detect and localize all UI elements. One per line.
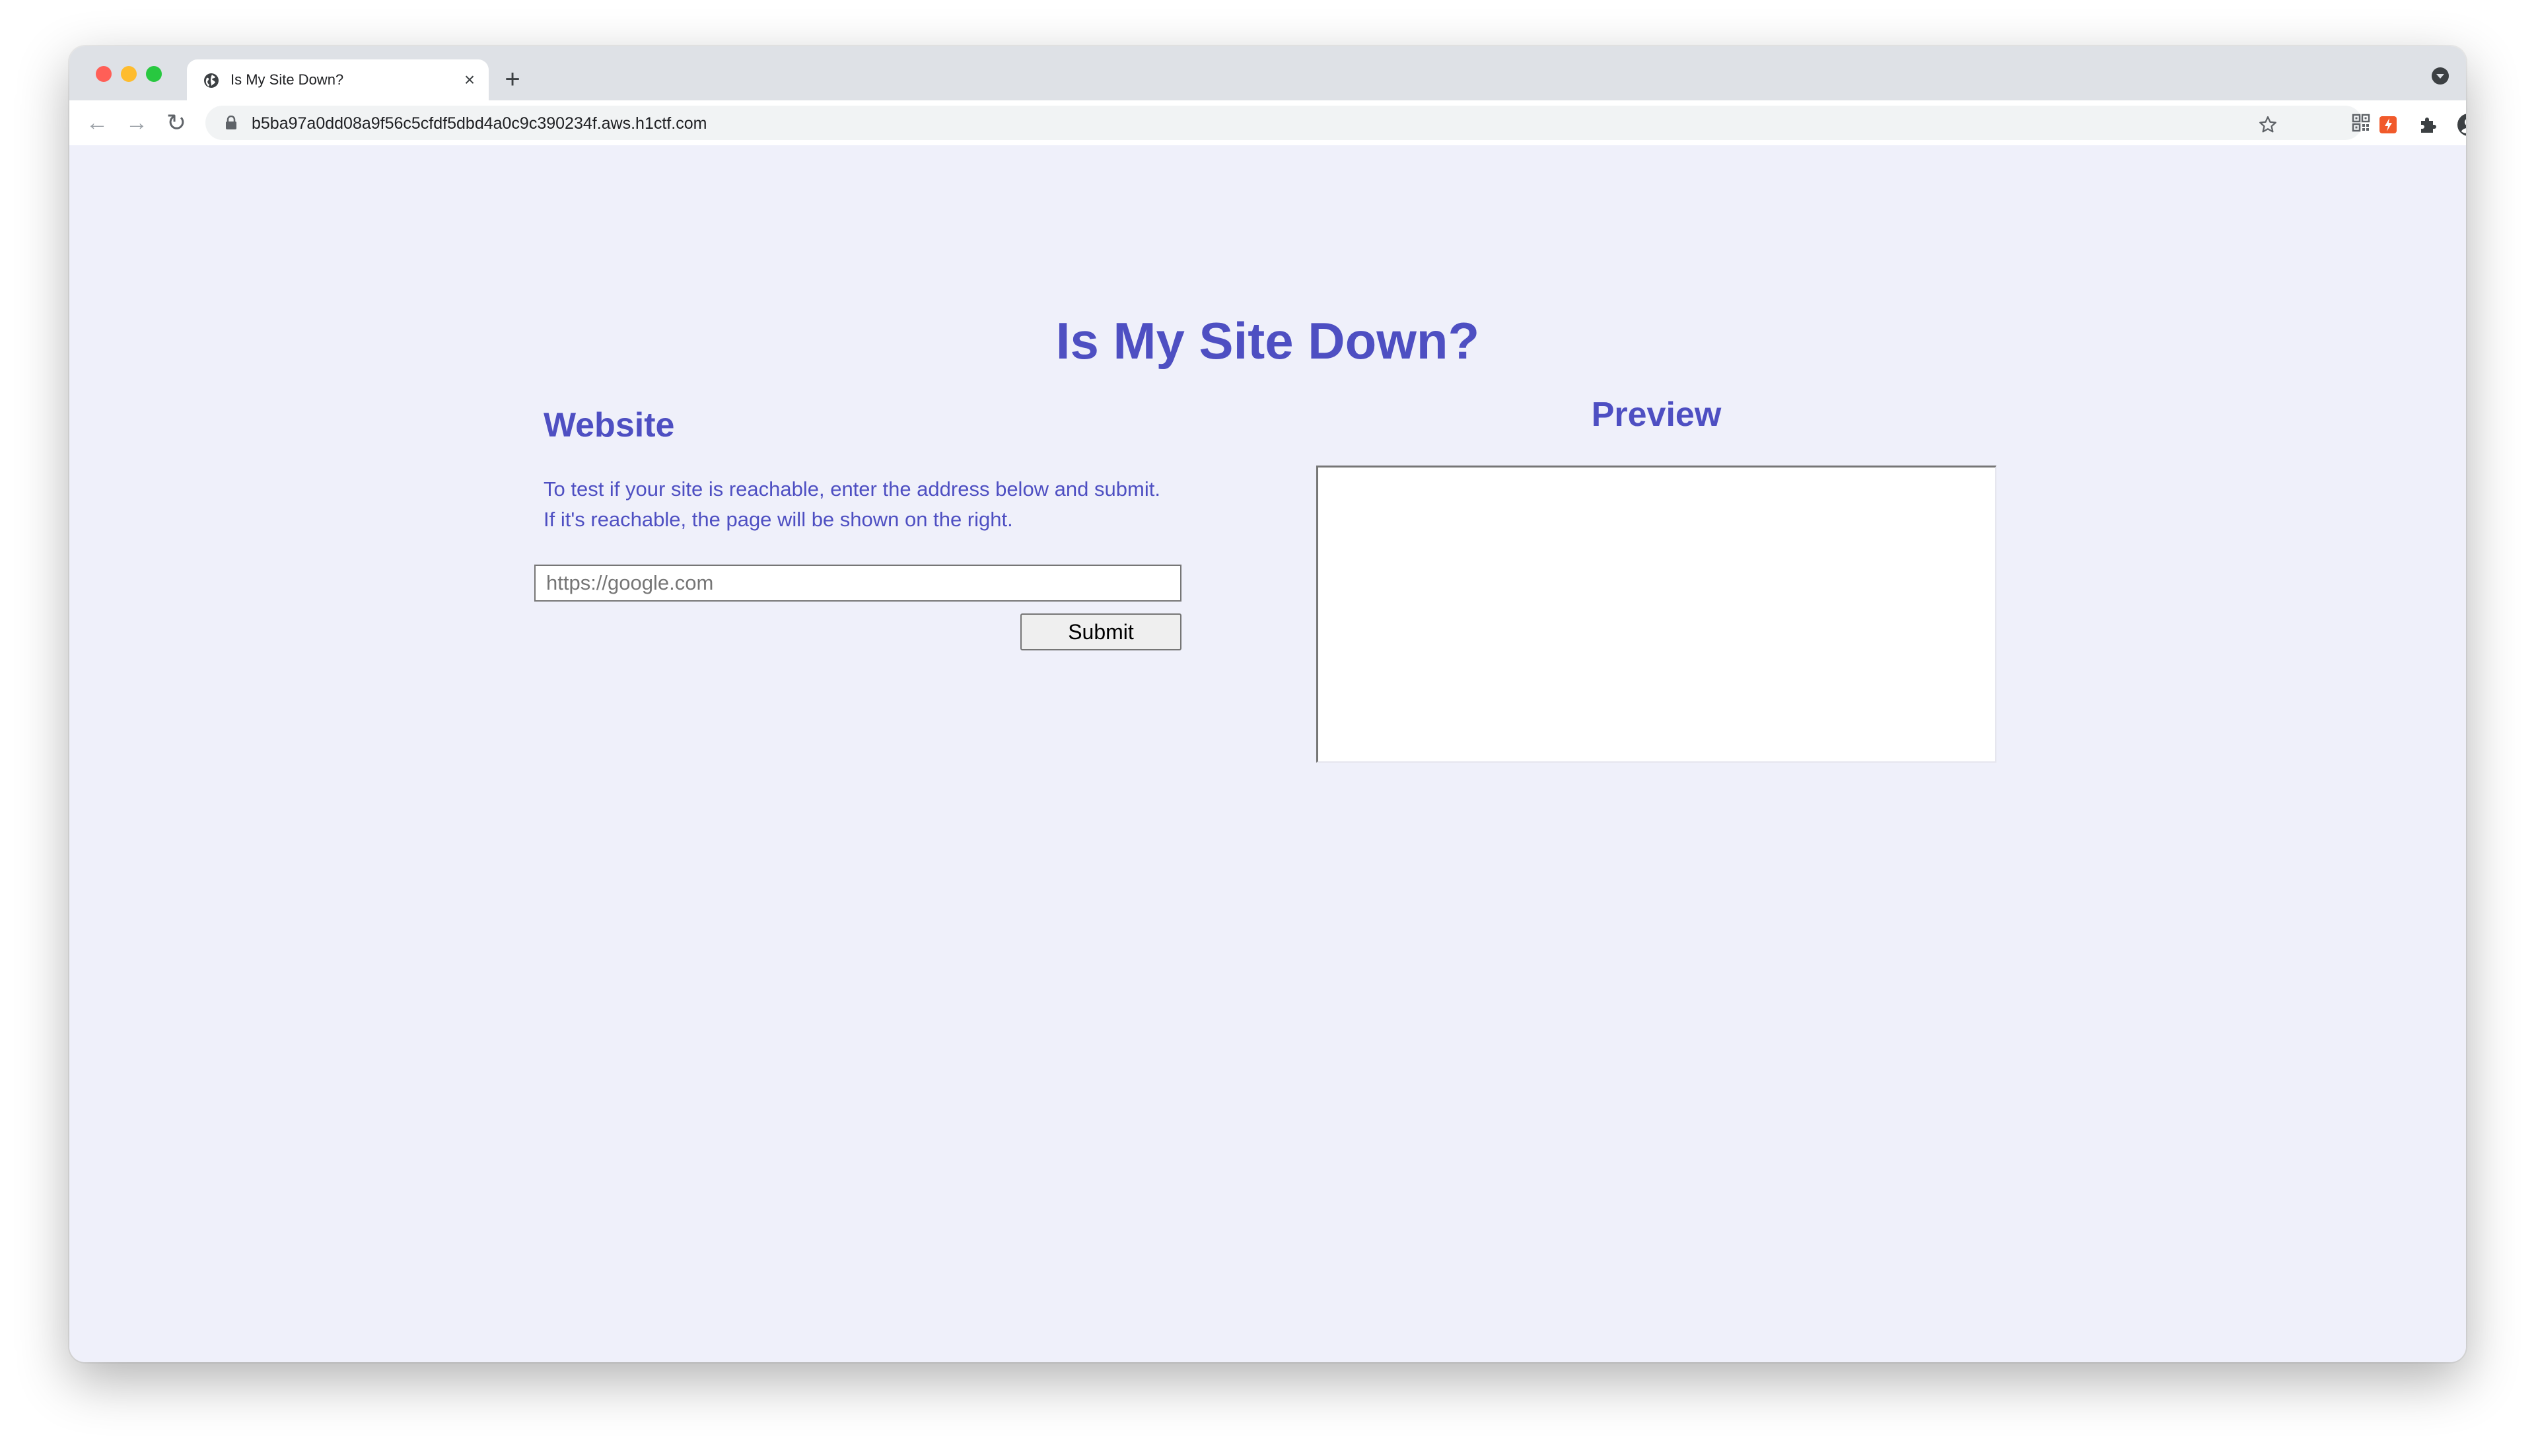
description-line-1: To test if your site is reachable, enter… xyxy=(544,477,1160,501)
tab-strip: Is My Site Down? × + xyxy=(69,46,2466,100)
browser-tab[interactable]: Is My Site Down? × xyxy=(187,59,489,100)
reload-icon[interactable]: ↻ xyxy=(163,110,190,136)
url-text[interactable]: b5ba97a0dd08a9f56c5cfdf5dbd4a0c9c390234f… xyxy=(252,114,707,133)
website-heading: Website xyxy=(544,406,675,444)
plus-icon[interactable]: + xyxy=(499,66,526,92)
close-icon[interactable]: × xyxy=(460,70,479,90)
page-content: Is My Site Down? Website To test if your… xyxy=(69,145,2466,1362)
globe-icon xyxy=(203,72,220,89)
profile-icon[interactable] xyxy=(2456,112,2466,137)
address-bar[interactable]: b5ba97a0dd08a9f56c5cfdf5dbd4a0c9c390234f… xyxy=(205,106,2370,140)
tab-title: Is My Site Down? xyxy=(230,71,344,88)
website-description: To test if your site is reachable, enter… xyxy=(544,474,1160,535)
submit-button[interactable]: Submit xyxy=(1020,613,1181,650)
website-url-input[interactable] xyxy=(534,565,1181,602)
preview-heading: Preview xyxy=(1591,396,1722,434)
page-title: Is My Site Down? xyxy=(1055,312,1480,370)
browser-window: Is My Site Down? × + ← → ↻ b5ba97a0dd08a… xyxy=(69,46,2466,1362)
browser-toolbar: ← → ↻ b5ba97a0dd08a9f56c5cfdf5dbd4a0c9c3… xyxy=(69,100,2466,147)
extension-badge-icon[interactable] xyxy=(2378,115,2398,135)
maximize-window-button[interactable] xyxy=(146,66,162,82)
qr-code-icon[interactable] xyxy=(2351,113,2371,133)
minimize-window-button[interactable] xyxy=(121,66,137,82)
puzzle-icon[interactable] xyxy=(2418,115,2438,135)
lock-icon[interactable] xyxy=(225,115,237,130)
star-icon[interactable] xyxy=(2258,115,2278,135)
chevron-down-circle-icon[interactable] xyxy=(2432,67,2449,85)
arrow-right-icon[interactable]: → xyxy=(123,110,150,136)
description-line-2: If it's reachable, the page will be show… xyxy=(544,508,1013,531)
arrow-left-icon[interactable]: ← xyxy=(84,110,110,136)
preview-frame[interactable] xyxy=(1316,466,1996,763)
close-window-button[interactable] xyxy=(96,66,112,82)
